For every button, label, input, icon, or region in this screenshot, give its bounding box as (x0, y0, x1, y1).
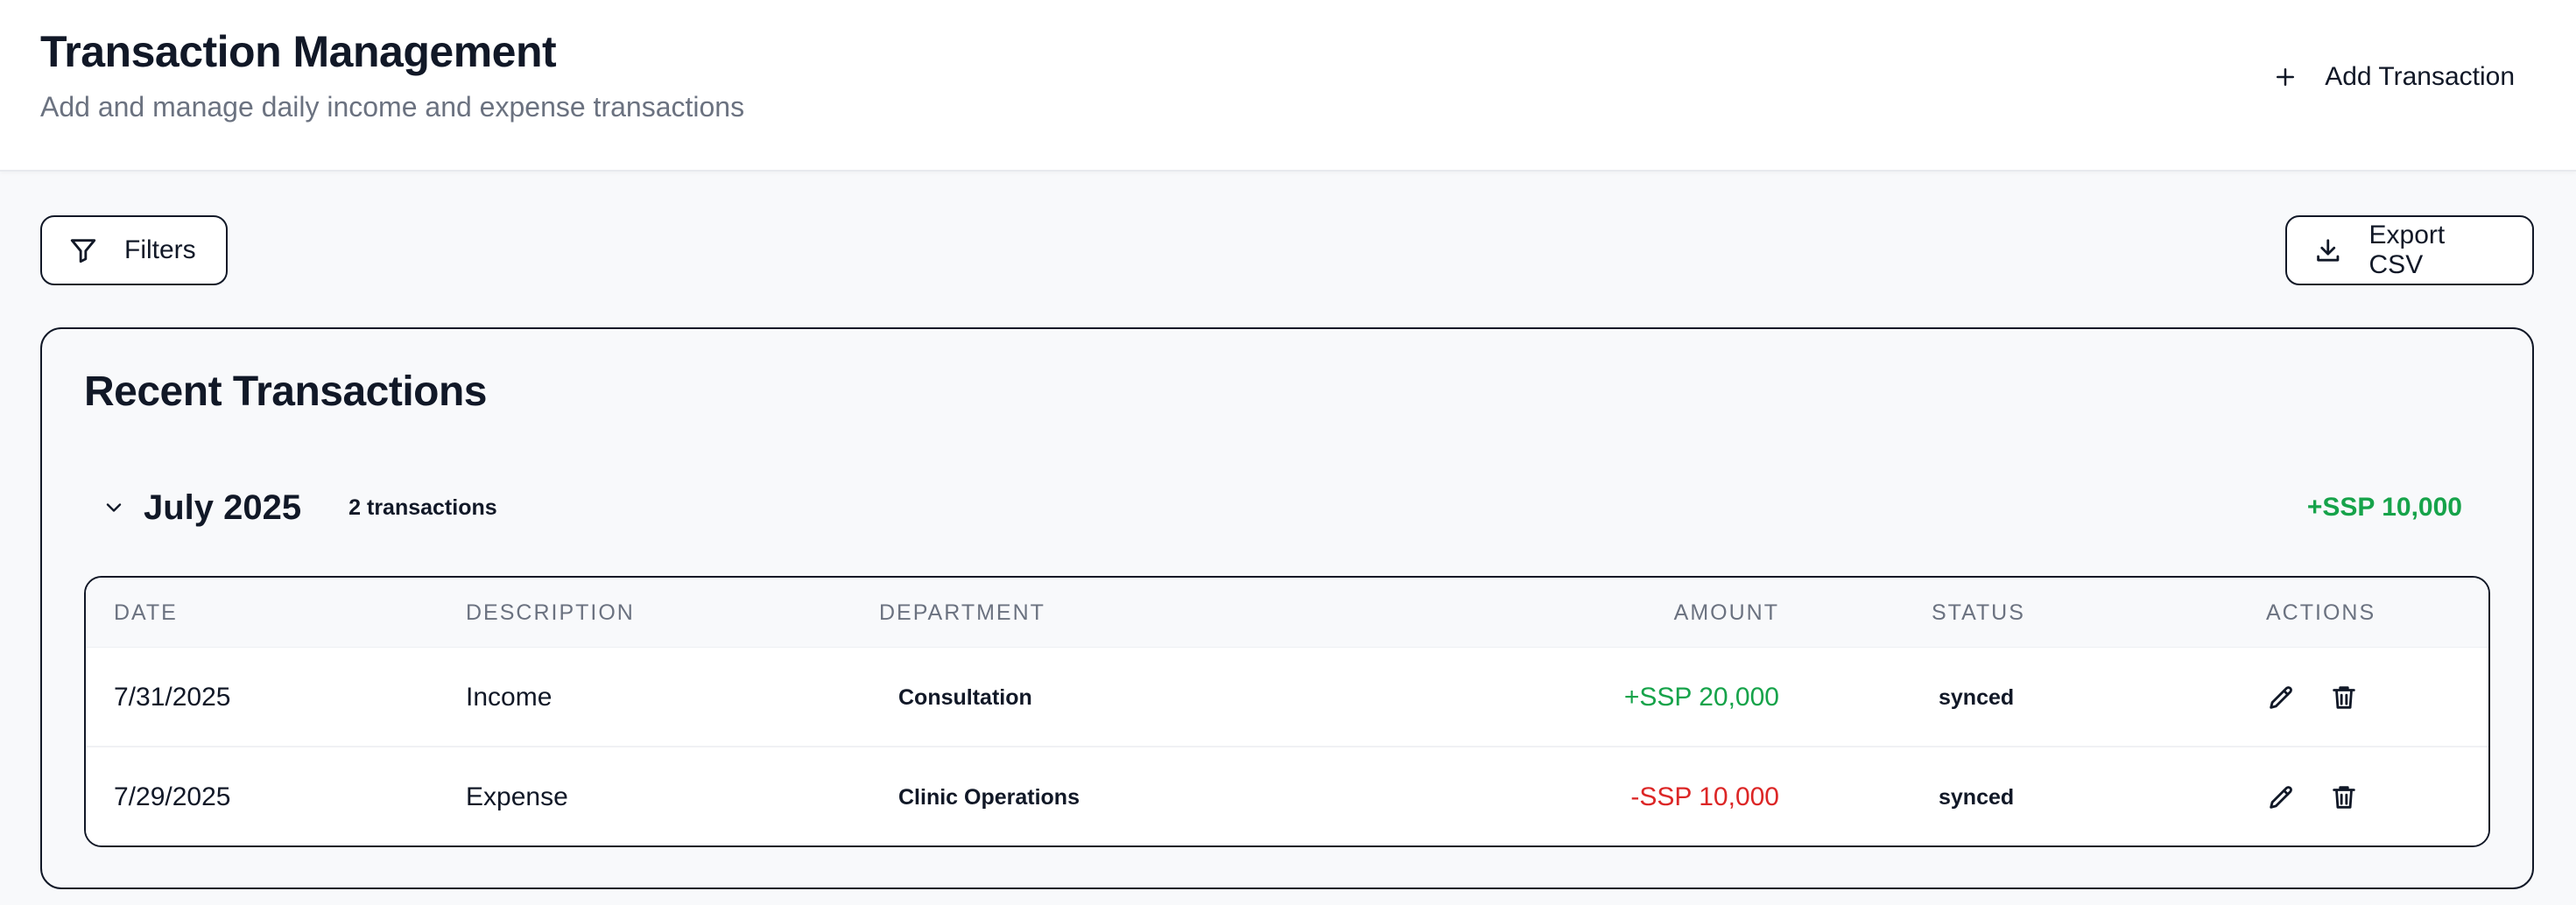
filter-icon (70, 239, 96, 263)
table-row: 7/29/2025 Expense Clinic Operations -SSP… (86, 747, 2488, 845)
add-transaction-button[interactable]: Add Transaction (2272, 54, 2515, 100)
column-header-department: DEPARTMENT (879, 600, 1045, 625)
group-total: +SSP 10,000 (2306, 493, 2462, 522)
page-header: Transaction Management Add and manage da… (0, 0, 2576, 172)
table-row: 7/31/2025 Income Consultation +SSP 20,00… (86, 648, 2488, 747)
filters-label: Filters (124, 235, 196, 264)
transactions-table: DATE DESCRIPTION DEPARTMENT AMOUNT STATU… (84, 576, 2490, 847)
row-department: Clinic Operations (898, 785, 1080, 810)
column-header-date: DATE (114, 600, 178, 625)
row-date: 7/29/2025 (114, 782, 231, 811)
column-header-status: STATUS (1932, 600, 2025, 625)
month-group-header[interactable]: July 2025 2 transactions +SSP 10,000 (68, 480, 2462, 536)
trash-icon[interactable] (2329, 683, 2359, 712)
row-department: Consultation (898, 685, 1032, 710)
page-subtitle: Add and manage daily income and expense … (40, 91, 745, 123)
recent-transactions-card: Recent Transactions July 2025 2 transact… (40, 327, 2534, 889)
row-amount: +SSP 20,000 (1623, 683, 1779, 712)
row-description: Income (466, 683, 553, 712)
column-header-description: DESCRIPTION (466, 600, 635, 625)
pencil-icon[interactable] (2266, 683, 2296, 712)
filters-button[interactable]: Filters (40, 215, 228, 285)
chevron-down-icon[interactable] (102, 495, 126, 520)
export-csv-label: Export CSV (2368, 221, 2446, 279)
column-header-actions: ACTIONS (2266, 600, 2376, 625)
export-csv-button[interactable]: Export CSV (2285, 215, 2534, 285)
pencil-icon[interactable] (2266, 782, 2296, 812)
group-transaction-count: 2 transactions (348, 495, 497, 520)
row-actions (2266, 747, 2359, 845)
page-title: Transaction Management (40, 27, 557, 76)
group-month: July 2025 (144, 488, 302, 527)
plus-icon (2277, 68, 2295, 86)
trash-icon[interactable] (2329, 782, 2359, 812)
table-header: DATE DESCRIPTION DEPARTMENT AMOUNT STATU… (86, 578, 2488, 648)
add-transaction-label: Add Transaction (2325, 62, 2515, 91)
row-status: synced (1939, 685, 2015, 710)
column-header-amount: AMOUNT (1673, 600, 1779, 625)
row-actions (2266, 648, 2359, 747)
row-description: Expense (466, 782, 568, 811)
row-amount: -SSP 10,000 (1630, 782, 1779, 811)
row-status: synced (1939, 785, 2015, 810)
card-title: Recent Transactions (84, 368, 488, 415)
row-date: 7/31/2025 (114, 683, 231, 712)
download-icon (2317, 239, 2340, 262)
